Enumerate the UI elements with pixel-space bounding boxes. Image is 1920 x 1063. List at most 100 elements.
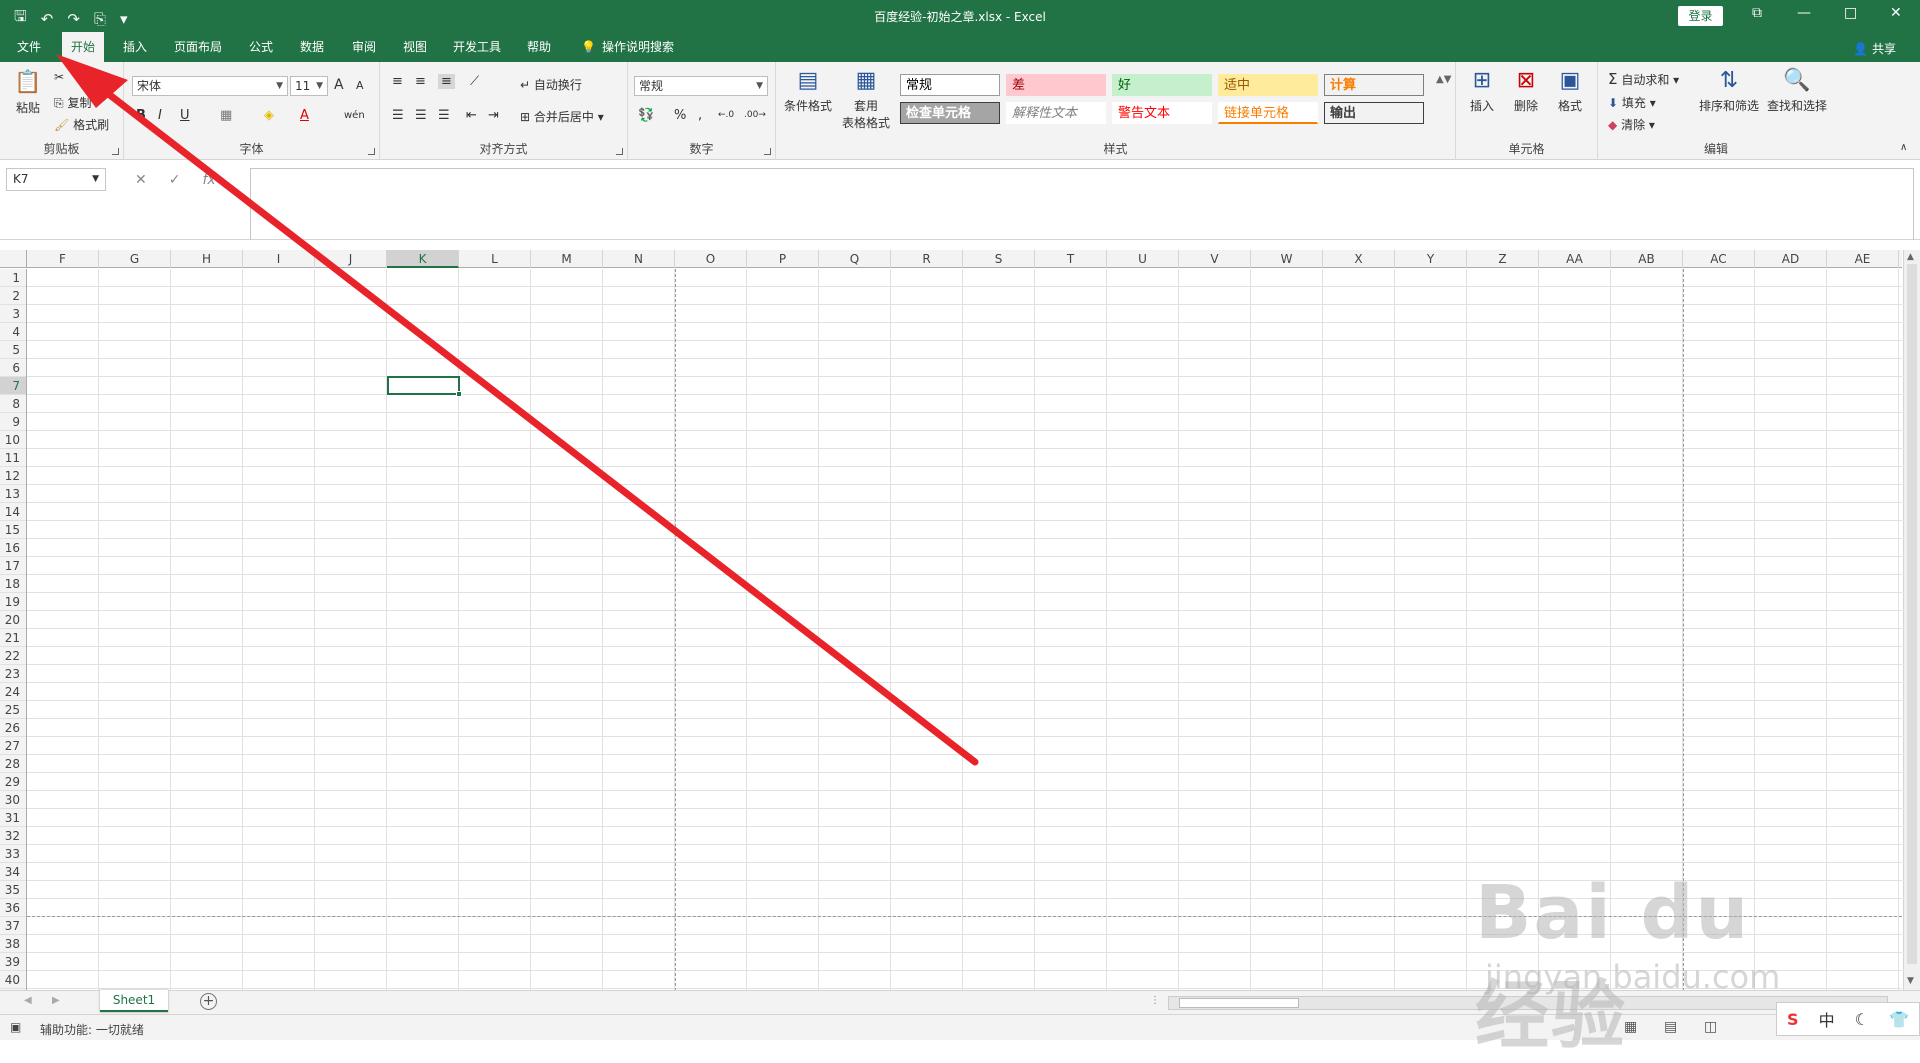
- collapse-ribbon-icon[interactable]: ∧: [1900, 142, 1907, 153]
- formula-input[interactable]: [250, 168, 1914, 240]
- column-header-aa[interactable]: AA: [1539, 250, 1611, 268]
- row-header-21[interactable]: 21: [0, 629, 26, 647]
- row-header-1[interactable]: 1: [0, 269, 26, 287]
- tab-review[interactable]: 审阅: [343, 32, 385, 62]
- align-bottom-icon[interactable]: ≡: [438, 74, 455, 89]
- enter-icon[interactable]: ✓: [169, 172, 181, 188]
- row-header-25[interactable]: 25: [0, 701, 26, 719]
- cancel-icon[interactable]: ✕: [135, 172, 147, 188]
- name-box[interactable]: K7 ▼: [6, 168, 106, 191]
- align-middle-icon[interactable]: ≡: [415, 74, 426, 89]
- tab-insert[interactable]: 插入: [114, 32, 156, 62]
- row-header-19[interactable]: 19: [0, 593, 26, 611]
- bold-button[interactable]: B: [136, 108, 146, 123]
- row-header-24[interactable]: 24: [0, 683, 26, 701]
- row-header-36[interactable]: 36: [0, 899, 26, 917]
- borders-icon[interactable]: ▦: [220, 108, 232, 123]
- column-header-q[interactable]: Q: [819, 250, 891, 268]
- column-header-u[interactable]: U: [1107, 250, 1179, 268]
- cell-style-5[interactable]: 检查单元格: [900, 102, 1000, 124]
- column-header-r[interactable]: R: [891, 250, 963, 268]
- row-header-9[interactable]: 9: [0, 413, 26, 431]
- column-header-o[interactable]: O: [675, 250, 747, 268]
- alignment-launcher-icon[interactable]: [616, 148, 623, 155]
- cell-style-0[interactable]: 常规: [900, 74, 1000, 96]
- column-header-j[interactable]: J: [315, 250, 387, 268]
- align-right-icon[interactable]: ☰: [438, 108, 450, 123]
- row-header-16[interactable]: 16: [0, 539, 26, 557]
- align-top-icon[interactable]: ≡: [392, 74, 403, 89]
- autosum-button[interactable]: Σ 自动求和 ▾: [1608, 70, 1679, 88]
- cell-style-3[interactable]: 适中: [1218, 74, 1318, 96]
- conditional-formatting-button[interactable]: ▤ 条件格式: [782, 68, 834, 114]
- tell-me-search[interactable]: 💡 操作说明搜索: [572, 32, 683, 62]
- column-header-w[interactable]: W: [1251, 250, 1323, 268]
- copy-button[interactable]: ⎘ 复制: [54, 94, 91, 111]
- column-header-t[interactable]: T: [1035, 250, 1107, 268]
- row-header-35[interactable]: 35: [0, 881, 26, 899]
- row-header-29[interactable]: 29: [0, 773, 26, 791]
- moon-icon[interactable]: ☾: [1855, 1010, 1869, 1029]
- format-as-table-button[interactable]: ▦ 套用 表格格式: [838, 68, 894, 131]
- currency-icon[interactable]: 💱: [638, 108, 654, 123]
- row-header-7[interactable]: 7: [0, 377, 26, 395]
- row-header-28[interactable]: 28: [0, 755, 26, 773]
- decrease-decimal-icon[interactable]: .00→: [744, 110, 766, 120]
- tab-data[interactable]: 数据: [291, 32, 333, 62]
- cell-style-8[interactable]: 链接单元格: [1218, 102, 1318, 124]
- underline-button[interactable]: U: [180, 108, 190, 123]
- cell-style-9[interactable]: 输出: [1324, 102, 1424, 124]
- row-header-30[interactable]: 30: [0, 791, 26, 809]
- column-header-i[interactable]: I: [243, 250, 315, 268]
- select-all-corner[interactable]: [0, 250, 27, 268]
- login-button[interactable]: 登录: [1678, 6, 1723, 26]
- cell-style-2[interactable]: 好: [1112, 74, 1212, 96]
- column-header-m[interactable]: M: [531, 250, 603, 268]
- row-header-40[interactable]: 40: [0, 971, 26, 989]
- cell-style-6[interactable]: 解释性文本: [1006, 102, 1106, 124]
- row-header-34[interactable]: 34: [0, 863, 26, 881]
- horizontal-scroll-thumb[interactable]: [1179, 998, 1299, 1008]
- scroll-down-icon[interactable]: ▼: [1907, 976, 1914, 986]
- orientation-icon[interactable]: ⟋: [470, 74, 479, 89]
- row-header-13[interactable]: 13: [0, 485, 26, 503]
- skin-icon[interactable]: 👕: [1889, 1010, 1909, 1029]
- tab-file[interactable]: 文件: [8, 32, 50, 62]
- column-header-z[interactable]: Z: [1467, 250, 1539, 268]
- row-header-10[interactable]: 10: [0, 431, 26, 449]
- delete-cells-button[interactable]: ⊠ 删除: [1506, 68, 1546, 114]
- row-header-37[interactable]: 37: [0, 917, 26, 935]
- format-cells-button[interactable]: ▣ 格式: [1550, 68, 1590, 114]
- column-header-s[interactable]: S: [963, 250, 1035, 268]
- number-launcher-icon[interactable]: [764, 148, 771, 155]
- row-header-20[interactable]: 20: [0, 611, 26, 629]
- shrink-font-icon[interactable]: A: [356, 79, 364, 92]
- sheet-tab-sheet1[interactable]: Sheet1: [100, 990, 168, 1012]
- row-header-31[interactable]: 31: [0, 809, 26, 827]
- insert-cells-button[interactable]: ⊞ 插入: [1462, 68, 1502, 114]
- font-launcher-icon[interactable]: [368, 148, 375, 155]
- find-select-button[interactable]: 🔍 查找和选择: [1764, 68, 1830, 114]
- restore-button[interactable]: □: [1844, 5, 1857, 21]
- row-header-23[interactable]: 23: [0, 665, 26, 683]
- cell-style-1[interactable]: 差: [1006, 74, 1106, 96]
- column-header-f[interactable]: F: [27, 250, 99, 268]
- row-header-32[interactable]: 32: [0, 827, 26, 845]
- increase-indent-icon[interactable]: ⇥: [488, 108, 499, 123]
- align-center-icon[interactable]: ☰: [415, 108, 427, 123]
- tab-view[interactable]: 视图: [394, 32, 436, 62]
- format-painter-button[interactable]: 🖌 格式刷: [54, 116, 109, 133]
- row-header-33[interactable]: 33: [0, 845, 26, 863]
- font-color-icon[interactable]: A: [300, 108, 309, 123]
- row-header-39[interactable]: 39: [0, 953, 26, 971]
- tab-formulas[interactable]: 公式: [240, 32, 282, 62]
- font-name-select[interactable]: 宋体 ▼: [132, 76, 288, 96]
- row-header-17[interactable]: 17: [0, 557, 26, 575]
- column-header-y[interactable]: Y: [1395, 250, 1467, 268]
- row-header-4[interactable]: 4: [0, 323, 26, 341]
- row-header-38[interactable]: 38: [0, 935, 26, 953]
- share-button[interactable]: 👤 共享: [1853, 40, 1896, 57]
- column-header-v[interactable]: V: [1179, 250, 1251, 268]
- clear-button[interactable]: ◆ 清除 ▾: [1608, 116, 1655, 133]
- row-header-11[interactable]: 11: [0, 449, 26, 467]
